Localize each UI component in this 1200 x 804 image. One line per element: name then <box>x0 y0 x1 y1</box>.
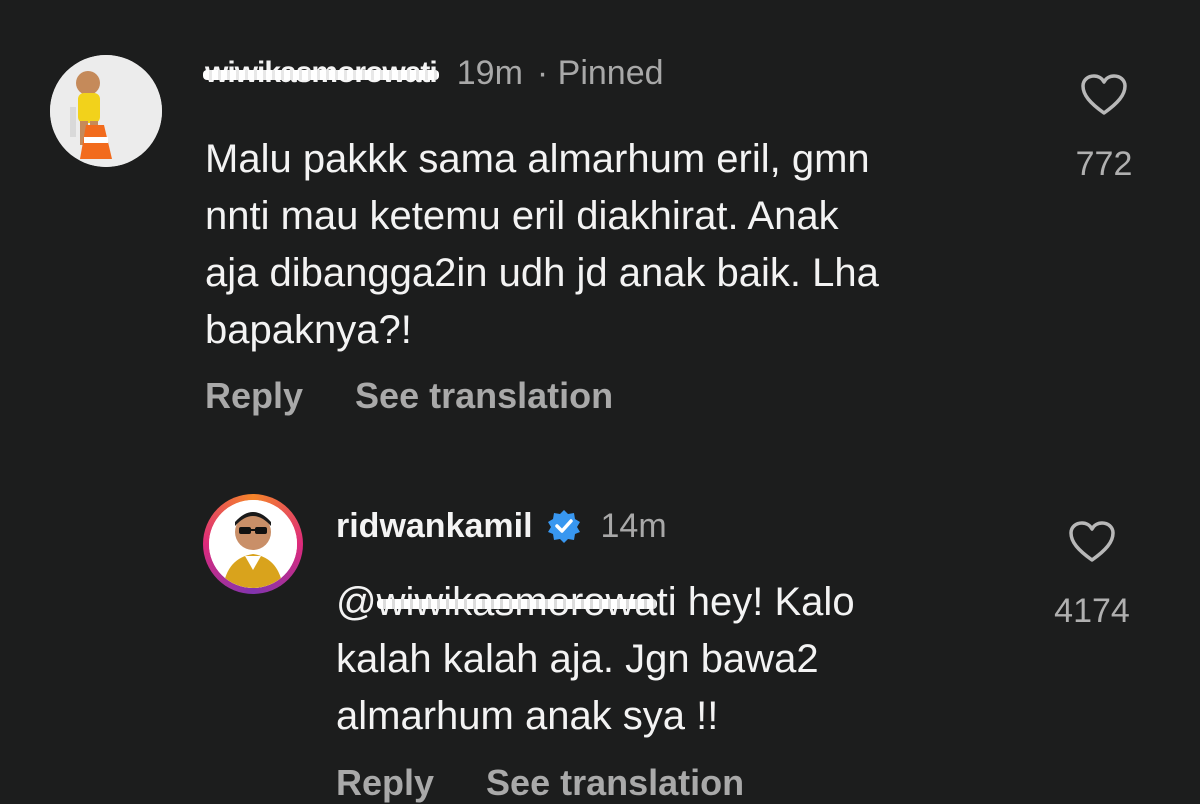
avatar-image <box>209 500 297 588</box>
comment-actions: Reply See translation <box>336 762 744 804</box>
redaction-scribble <box>376 599 657 610</box>
pinned-label: · Pinned <box>536 53 664 92</box>
comment-text: Malu pakkk sama almarhum eril, gmn nnti … <box>205 137 879 352</box>
like-control: 772 <box>1044 73 1164 184</box>
comment-thread: wiwikasmorowati 19m · Pinned Malu pakkk … <box>0 0 1200 803</box>
like-control: 4174 <box>1032 520 1152 631</box>
heart-outline-icon[interactable] <box>1068 520 1116 564</box>
avatar[interactable] <box>50 55 162 167</box>
like-count: 4174 <box>1054 592 1130 630</box>
avatar[interactable] <box>209 500 297 588</box>
see-translation-button[interactable]: See translation <box>355 375 613 417</box>
mention-redacted[interactable]: wiwikasmorowa <box>376 574 657 631</box>
redaction-scribble <box>203 69 439 80</box>
comment-actions: Reply See translation <box>205 375 613 417</box>
username-redacted[interactable]: wiwikasmorowati <box>203 56 439 90</box>
reply-button[interactable]: Reply <box>336 762 434 804</box>
mention-at: @ <box>336 580 377 624</box>
comment-header: wiwikasmorowati 19m · Pinned <box>203 53 664 93</box>
comment-time: 19m <box>456 53 523 92</box>
username[interactable]: ridwankamil <box>336 507 533 546</box>
comment-text-rest: kalah kalah aja. Jgn bawa2 almarhum anak… <box>336 637 819 738</box>
heart-outline-icon[interactable] <box>1080 73 1128 117</box>
comment-text: @wiwikasmorowati hey! Kalo kalah kalah a… <box>336 574 1016 745</box>
avatar-image <box>50 55 162 167</box>
reply-button[interactable]: Reply <box>205 375 303 417</box>
see-translation-button[interactable]: See translation <box>486 762 744 804</box>
like-count: 772 <box>1075 145 1133 183</box>
verified-badge-icon <box>547 510 580 543</box>
comment-time: 14m <box>600 506 667 545</box>
comment-text-line1: ti hey! Kalo <box>656 580 855 624</box>
comment-header: ridwankamil 14m <box>336 506 667 546</box>
